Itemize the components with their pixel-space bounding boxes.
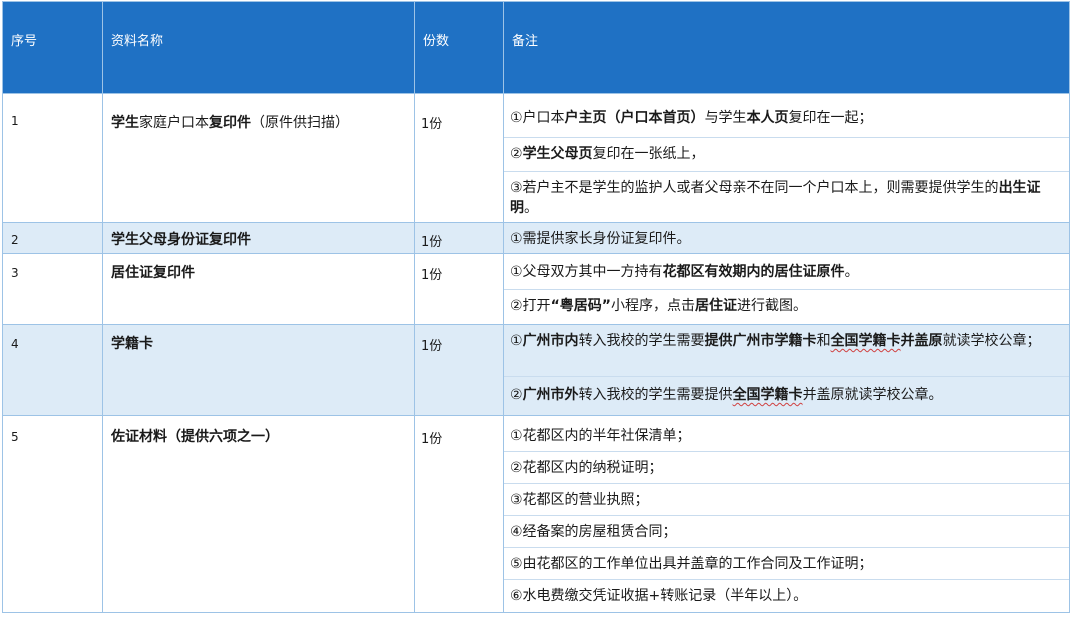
table-row: 5 佐证材料（提供六项之一） 1份 ①花都区内的半年社保清单； ②花都区内的纳税… <box>2 415 1070 613</box>
text-run: ③若户主不是学生的监护人或者父母亲不在同一个户口本上，则需要提供学生的 <box>510 180 999 196</box>
row-copies: 1份 <box>414 93 504 223</box>
note-line: ⑥水电费缴交凭证收据+转账记录（半年以上）。 <box>504 580 1069 612</box>
text-run: 家庭户口本 <box>139 115 209 131</box>
note-line: ②打开“粤居码”小程序，点击居住证进行截图。 <box>504 290 1069 324</box>
note-line: ②学生父母页复印在一张纸上， <box>504 138 1069 172</box>
row-index: 5 <box>2 415 103 613</box>
text-run: 全国学籍卡 <box>732 387 803 403</box>
text-run: ①户口本 <box>510 110 565 126</box>
text-run: （原件供扫描） <box>251 115 349 131</box>
text-run: 复印在一张纸上， <box>592 146 705 162</box>
text-run: 复印件 <box>209 115 251 131</box>
text-run: 小程序，点击 <box>610 298 695 314</box>
row-copies: 1份 <box>414 222 504 254</box>
text-run: ① <box>510 333 523 349</box>
row-copies: 1份 <box>414 324 504 416</box>
row-name: 学生父母身份证复印件 <box>102 222 415 254</box>
text-run: 。 <box>844 264 859 280</box>
text-run: ④经备案的房屋租赁合同； <box>510 524 677 540</box>
text-run: ①需提供家长身份证复印件。 <box>510 231 691 247</box>
text-run: 学生父母身份证复印件 <box>111 232 251 248</box>
header-copies: 份数 <box>414 1 504 94</box>
row-name: 佐证材料（提供六项之一） <box>102 415 415 613</box>
text-run: 广州市内 <box>522 333 579 349</box>
note-line: ①广州市内转入我校的学生需要提供广州市学籍卡和全国学籍卡并盖原就读学校公章； <box>504 325 1069 377</box>
row-name: 学生家庭户口本复印件（原件供扫描） <box>102 93 415 223</box>
text-run: 广州市外 <box>522 387 579 403</box>
table-row: 2 学生父母身份证复印件 1份 ①需提供家长身份证复印件。 <box>2 222 1070 254</box>
text-run: ①花都区内的半年社保清单； <box>510 428 691 444</box>
text-run: 并盖原就读学校公章。 <box>802 387 943 403</box>
note-line: ③花都区的营业执照； <box>504 484 1069 516</box>
header-name: 资料名称 <box>102 1 415 94</box>
row-copies: 1份 <box>414 415 504 613</box>
materials-table: 序号 资料名称 份数 备注 1 学生家庭户口本复印件（原件供扫描） 1份 ①户口… <box>2 1 1070 613</box>
header-index: 序号 <box>2 1 103 94</box>
row-index: 4 <box>2 324 103 416</box>
text-run: 提供广州市学籍卡 <box>704 333 817 349</box>
text-run: 全国学籍卡 <box>830 333 901 349</box>
text-run: ⑥水电费缴交凭证收据+转账记录（半年以上）。 <box>510 588 808 604</box>
row-copies: 1份 <box>414 253 504 325</box>
text-run: “粤居码” <box>550 298 611 314</box>
text-run: 与学生 <box>704 110 747 126</box>
row-index: 1 <box>2 93 103 223</box>
text-run: ⑤由花都区的工作单位出具并盖章的工作合同及工作证明； <box>510 556 873 572</box>
note-line: ①花都区内的半年社保清单； <box>504 416 1069 452</box>
row-index: 2 <box>2 222 103 254</box>
text-run: 学生父母页 <box>522 146 593 162</box>
note-line: ①需提供家长身份证复印件。 <box>504 223 1069 253</box>
note-line: ④经备案的房屋租赁合同； <box>504 516 1069 548</box>
text-run: 学籍卡 <box>111 336 153 352</box>
row-notes: ①花都区内的半年社保清单； ②花都区内的纳税证明； ③花都区的营业执照； ④经备… <box>503 415 1070 613</box>
text-run: 本人页 <box>746 110 789 126</box>
text-run: ②打开 <box>510 298 551 314</box>
row-notes: ①户口本户主页（户口本首页）与学生本人页复印在一起； ②学生父母页复印在一张纸上… <box>503 93 1070 223</box>
table-row: 3 居住证复印件 1份 ①父母双方其中一方持有花都区有效期内的居住证原件。 ②打… <box>2 253 1070 325</box>
note-line: ③若户主不是学生的监护人或者父母亲不在同一个户口本上，则需要提供学生的出生证明。 <box>504 172 1069 222</box>
text-run: 居住证 <box>694 298 737 314</box>
text-run: 并盖原 <box>900 333 943 349</box>
row-name: 居住证复印件 <box>102 253 415 325</box>
row-notes: ①需提供家长身份证复印件。 <box>503 222 1070 254</box>
text-run: 和 <box>816 333 831 349</box>
text-run: 。 <box>524 200 538 216</box>
text-run: 户主页（户口本首页） <box>564 110 705 126</box>
note-line: ⑤由花都区的工作单位出具并盖章的工作合同及工作证明； <box>504 548 1069 580</box>
text-run: 学生 <box>111 115 139 131</box>
text-run: 转入我校的学生需要 <box>578 333 705 349</box>
row-notes: ①广州市内转入我校的学生需要提供广州市学籍卡和全国学籍卡并盖原就读学校公章； ②… <box>503 324 1070 416</box>
header-row: 序号 资料名称 份数 备注 <box>2 1 1070 94</box>
text-run: ①父母双方其中一方持有 <box>510 264 663 280</box>
text-run: ② <box>510 387 523 403</box>
note-line: ①户口本户主页（户口本首页）与学生本人页复印在一起； <box>504 94 1069 138</box>
text-run: 转入我校的学生需要提供 <box>578 387 733 403</box>
text-run: ③花都区的营业执照； <box>510 492 649 508</box>
note-line: ②花都区内的纳税证明； <box>504 452 1069 484</box>
note-line: ②广州市外转入我校的学生需要提供全国学籍卡并盖原就读学校公章。 <box>504 377 1069 415</box>
table-row: 4 学籍卡 1份 ①广州市内转入我校的学生需要提供广州市学籍卡和全国学籍卡并盖原… <box>2 324 1070 416</box>
text-run: ② <box>510 146 523 162</box>
row-index: 3 <box>2 253 103 325</box>
note-line: ①父母双方其中一方持有花都区有效期内的居住证原件。 <box>504 254 1069 290</box>
text-run: 复印在一起； <box>788 110 873 126</box>
text-run: 就读学校公章； <box>942 333 1041 349</box>
text-run: 进行截图。 <box>736 298 807 314</box>
table-row: 1 学生家庭户口本复印件（原件供扫描） 1份 ①户口本户主页（户口本首页）与学生… <box>2 93 1070 223</box>
header-notes: 备注 <box>503 1 1070 94</box>
text-run: 居住证复印件 <box>111 265 195 281</box>
text-run: 佐证材料（提供六项之一） <box>111 429 279 445</box>
text-run: 花都区有效期内的居住证原件 <box>662 264 845 280</box>
row-name: 学籍卡 <box>102 324 415 416</box>
text-run: ②花都区内的纳税证明； <box>510 460 663 476</box>
row-notes: ①父母双方其中一方持有花都区有效期内的居住证原件。 ②打开“粤居码”小程序，点击… <box>503 253 1070 325</box>
